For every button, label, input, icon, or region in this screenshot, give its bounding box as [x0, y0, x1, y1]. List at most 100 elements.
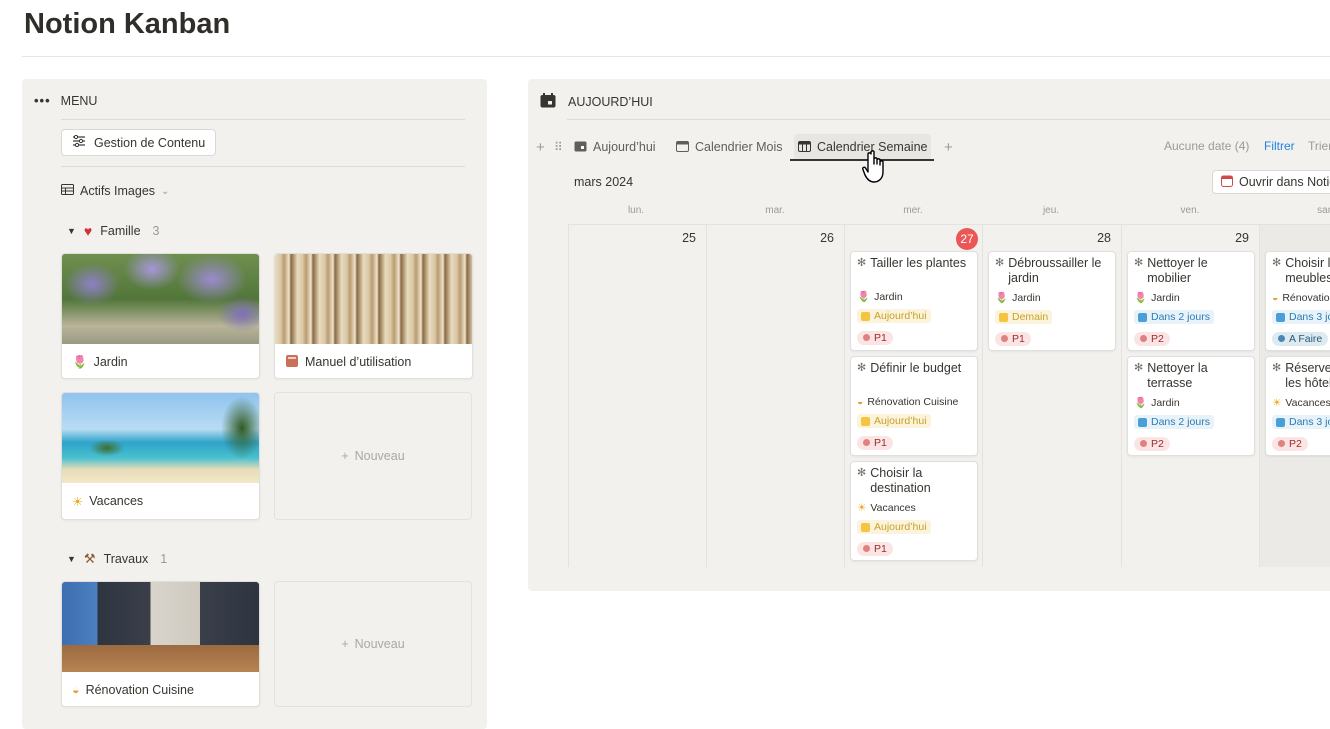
square-icon: [1276, 312, 1285, 322]
priority-label: P2: [1289, 437, 1302, 450]
priority-badge: P1: [995, 331, 1031, 346]
sun-icon: ☀: [72, 494, 84, 509]
new-card-button[interactable]: + Nouveau: [274, 581, 472, 707]
title-divider: [22, 56, 1330, 57]
weekday-label: mer.: [903, 205, 923, 216]
event-project: Jardin: [1012, 291, 1041, 304]
dot-icon: [1278, 440, 1285, 447]
no-date-button[interactable]: Aucune date (4): [1164, 139, 1249, 153]
day-column[interactable]: 25: [568, 225, 706, 567]
sun-icon: ☀: [857, 501, 867, 514]
event-card[interactable]: ✻ Choisir la destination ☀ Vacances Aujour…: [850, 461, 978, 561]
event-project: Vacances: [870, 501, 916, 514]
calendar-red-icon: [1221, 175, 1233, 190]
square-icon: [1138, 417, 1147, 427]
chevron-down-icon: ⌄: [161, 185, 170, 197]
weekday-label: lun.: [627, 205, 645, 216]
sparkle-icon: ✻: [1272, 362, 1282, 374]
due-badge: Dans 2 jours: [1134, 415, 1214, 429]
due-badge: Aujourd’hui: [857, 414, 931, 428]
event-card[interactable]: ✻ Nettoyer la terrasse 🌷 Jardin Dans 2 jou…: [1127, 356, 1255, 456]
square-icon: [999, 312, 1008, 322]
new-label: Nouveau: [354, 449, 405, 463]
day-column[interactable]: 26: [706, 225, 844, 567]
event-title: Débroussailler le jardin: [1008, 256, 1102, 285]
calendar-label: AUJOURD’HUI: [568, 95, 653, 109]
sort-button[interactable]: Trier: [1308, 139, 1330, 153]
event-card[interactable]: ✻ Définir le budget ◒ Rénovation Cuisine A…: [850, 356, 978, 456]
event-card[interactable]: ✻Réserver les hôtels ☀Vacances Dans 3 jo…: [1265, 356, 1330, 456]
event-card[interactable]: ✻ Nettoyer le mobilier 🌷 Jardin Dans 2 jou…: [1127, 251, 1255, 351]
menu-header: ••• MENU: [34, 93, 97, 108]
add-view-icon[interactable]: +: [532, 134, 549, 160]
event-project: Rénovation Cuisine: [867, 395, 959, 408]
new-label: Nouveau: [354, 637, 405, 651]
page-title: Notion Kanban: [24, 8, 231, 40]
event-title: Définir le budget: [870, 361, 962, 375]
tab-label: Aujourd’hui: [593, 140, 656, 154]
day-number: 26: [820, 231, 834, 245]
sparkle-icon: ✻: [1272, 257, 1282, 269]
card-label: Rénovation Cuisine: [85, 683, 194, 697]
event-title: Réserver les hôtels: [1285, 361, 1330, 390]
menu-label: MENU: [60, 93, 98, 108]
sparkle-icon: ✻: [857, 362, 867, 374]
tab-calendrier-mois[interactable]: Calendrier Mois: [672, 134, 787, 160]
month-label: mars 2024: [574, 175, 634, 189]
priority-label: P1: [874, 331, 887, 344]
group-travaux-header[interactable]: ▼ ⚒ Travaux 1: [67, 551, 167, 567]
card-manuel[interactable]: Manuel d’utilisation: [274, 253, 473, 379]
square-icon: [1138, 312, 1147, 322]
event-card[interactable]: ✻Choisir les meubles ◒Rénovation Cuisine…: [1265, 251, 1330, 351]
due-badge: Dans 3 jours: [1272, 310, 1330, 324]
calendar-header: AUJOURD’HUI: [540, 93, 653, 111]
square-icon: [861, 416, 870, 426]
square-icon: [861, 522, 870, 532]
taco-icon: ◒: [72, 683, 80, 697]
square-icon: [1276, 417, 1285, 427]
event-project: Jardin: [1151, 291, 1180, 304]
collapse-triangle-icon[interactable]: ▼: [67, 554, 76, 564]
due-label: Dans 3 jours: [1289, 311, 1330, 323]
hammer-wrench-icon: ⚒: [83, 551, 96, 566]
calendar-icon: [676, 140, 689, 155]
drag-handle-icon[interactable]: ⠿: [550, 134, 567, 160]
kitchen-cover-image: [62, 582, 259, 672]
event-project: Jardin: [1151, 396, 1180, 409]
book-icon: [285, 354, 299, 371]
event-card[interactable]: ✻ Débroussailler le jardin 🌷 Jardin Demain…: [988, 251, 1116, 351]
collapse-triangle-icon[interactable]: ▼: [67, 226, 76, 236]
view-selector[interactable]: Actifs Images ⌄: [61, 184, 169, 198]
priority-label: P1: [1012, 332, 1025, 345]
more-icon[interactable]: •••: [34, 93, 51, 108]
event-project: Vacances: [1285, 396, 1330, 409]
open-notion-calendar-button[interactable]: Ouvrir dans Notion Calendar: [1212, 170, 1330, 194]
due-badge: Dans 3 jours: [1272, 415, 1330, 429]
card-label: Vacances: [89, 494, 144, 508]
due-label: Aujourd’hui: [874, 310, 927, 322]
due-label: Dans 2 jours: [1151, 311, 1210, 323]
calendar-panel: AUJOURD’HUI + ⠿ Aujourd’hui Calendrier M…: [528, 79, 1330, 591]
dot-icon: [1001, 335, 1008, 342]
weekday-label: mar.: [765, 205, 785, 216]
view-label: Actifs Images: [80, 184, 156, 198]
calendar-icon: [574, 140, 587, 155]
taco-icon: ◒: [857, 395, 864, 408]
card-jardin[interactable]: 🌷 Jardin: [61, 253, 260, 379]
tab-aujourdhui[interactable]: Aujourd’hui: [570, 134, 660, 160]
new-card-button[interactable]: + Nouveau: [274, 392, 472, 520]
group-famille-header[interactable]: ▼ ♥ Famille 3: [67, 223, 159, 239]
filter-button[interactable]: Filtrer: [1264, 139, 1295, 153]
divider: [61, 166, 465, 167]
due-badge: Aujourd’hui: [857, 520, 931, 534]
dot-icon: [1140, 440, 1147, 447]
event-card[interactable]: ✻ Tailler les plantes 🌷 Jardin Aujourd’hui…: [850, 251, 978, 351]
card-label: Jardin: [93, 355, 128, 369]
card-vacances[interactable]: ☀ Vacances: [61, 392, 260, 520]
add-tab-icon[interactable]: +: [940, 134, 957, 160]
status-badge: A Faire: [1272, 331, 1329, 346]
status-label: A Faire: [1289, 332, 1323, 345]
group-name: Travaux: [103, 552, 149, 566]
card-renovation[interactable]: ◒ Rénovation Cuisine: [61, 581, 260, 707]
gestion-contenu-button[interactable]: Gestion de Contenu: [61, 129, 217, 156]
